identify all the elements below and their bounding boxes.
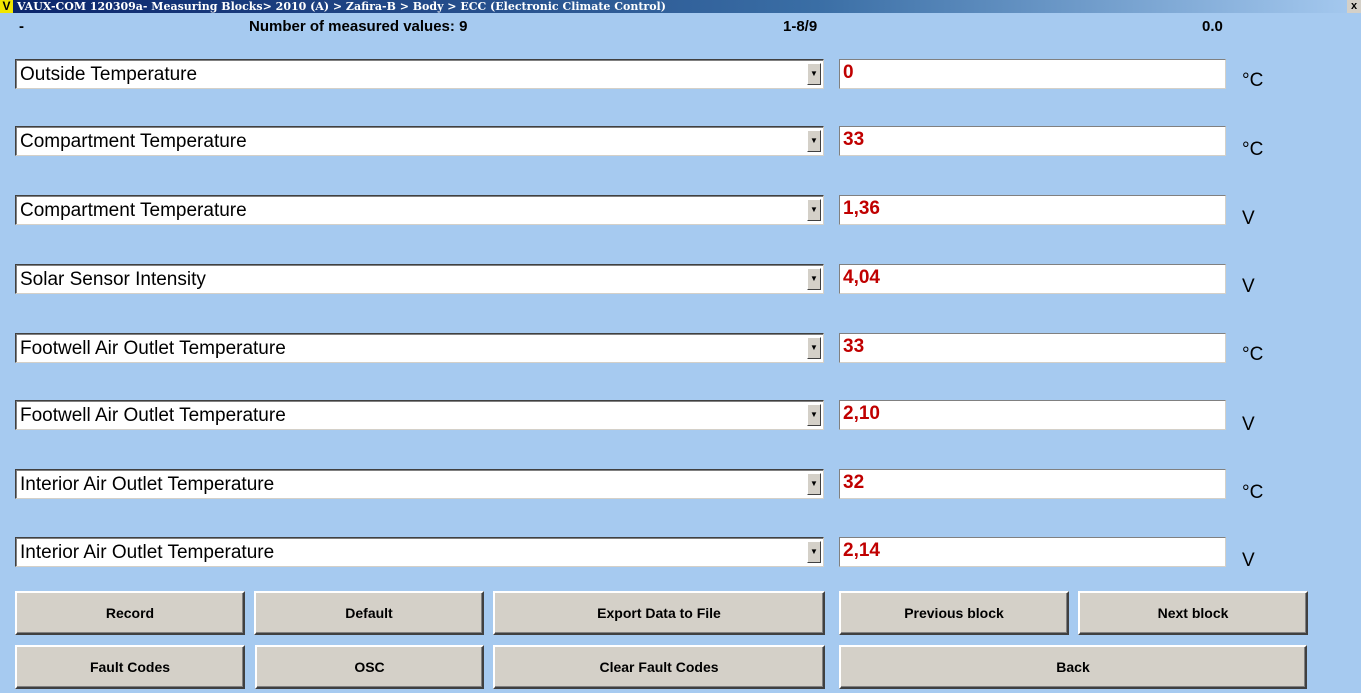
dropdown-arrow-icon[interactable]: ▼ bbox=[807, 268, 821, 290]
measure-select-label: Interior Air Outlet Temperature bbox=[20, 474, 275, 495]
dropdown-arrow-icon[interactable]: ▼ bbox=[807, 199, 821, 221]
dropdown-arrow-icon[interactable]: ▼ bbox=[807, 541, 821, 563]
osc-button[interactable]: OSC bbox=[255, 645, 484, 689]
unit-label: °C bbox=[1242, 482, 1264, 503]
measure-select-label: Compartment Temperature bbox=[20, 200, 247, 221]
measure-select-label: Footwell Air Outlet Temperature bbox=[20, 338, 286, 359]
block-range: 1-8/9 bbox=[783, 18, 818, 35]
clear-fault-codes-button[interactable]: Clear Fault Codes bbox=[493, 645, 825, 689]
window-title: VAUX-COM 120309a- Measuring Blocks> 2010… bbox=[17, 0, 666, 13]
value-field-6[interactable]: 2,10 bbox=[839, 400, 1226, 430]
dropdown-arrow-icon[interactable]: ▼ bbox=[807, 473, 821, 495]
value-field-7[interactable]: 32 bbox=[839, 469, 1226, 499]
measured-value: 2,14 bbox=[843, 540, 880, 561]
title-bar: V VAUX-COM 120309a- Measuring Blocks> 20… bbox=[0, 0, 1361, 13]
measured-values-count: Number of measured values: 9 bbox=[249, 18, 468, 35]
previous-block-button[interactable]: Previous block bbox=[839, 591, 1069, 635]
record-button[interactable]: Record bbox=[15, 591, 245, 635]
measured-value: 33 bbox=[843, 336, 865, 357]
close-button[interactable]: x bbox=[1347, 0, 1361, 13]
measure-select-6[interactable]: Footwell Air Outlet Temperature ▼ bbox=[15, 400, 824, 430]
value-field-1[interactable]: 0 bbox=[839, 59, 1226, 89]
unit-label: V bbox=[1242, 550, 1255, 571]
measure-select-7[interactable]: Interior Air Outlet Temperature ▼ bbox=[15, 469, 824, 499]
dropdown-arrow-icon[interactable]: ▼ bbox=[807, 130, 821, 152]
unit-label: V bbox=[1242, 208, 1255, 229]
measured-value: 4,04 bbox=[843, 267, 880, 288]
measure-select-3[interactable]: Compartment Temperature ▼ bbox=[15, 195, 824, 225]
measured-value: 32 bbox=[843, 472, 865, 493]
dropdown-arrow-icon[interactable]: ▼ bbox=[807, 63, 821, 85]
app-logo-icon: V bbox=[0, 0, 13, 13]
fault-codes-button[interactable]: Fault Codes bbox=[15, 645, 245, 689]
measured-value: 2,10 bbox=[843, 403, 880, 424]
unit-label: V bbox=[1242, 276, 1255, 297]
unit-label: °C bbox=[1242, 139, 1264, 160]
measure-select-label: Compartment Temperature bbox=[20, 131, 247, 152]
value-field-3[interactable]: 1,36 bbox=[839, 195, 1226, 225]
value-field-2[interactable]: 33 bbox=[839, 126, 1226, 156]
next-block-button[interactable]: Next block bbox=[1078, 591, 1308, 635]
unit-label: °C bbox=[1242, 70, 1264, 91]
header-dash: - bbox=[19, 18, 24, 35]
measured-value: 0 bbox=[843, 62, 854, 83]
measure-select-label: Interior Air Outlet Temperature bbox=[20, 542, 275, 563]
measured-value: 1,36 bbox=[843, 198, 880, 219]
measure-select-4[interactable]: Solar Sensor Intensity ▼ bbox=[15, 264, 824, 294]
measure-select-5[interactable]: Footwell Air Outlet Temperature ▼ bbox=[15, 333, 824, 363]
dropdown-arrow-icon[interactable]: ▼ bbox=[807, 337, 821, 359]
measure-select-label: Footwell Air Outlet Temperature bbox=[20, 405, 286, 426]
dropdown-arrow-icon[interactable]: ▼ bbox=[807, 404, 821, 426]
header-value: 0.0 bbox=[1202, 18, 1223, 35]
export-data-button[interactable]: Export Data to File bbox=[493, 591, 825, 635]
measure-select-label: Solar Sensor Intensity bbox=[20, 269, 206, 290]
measured-value: 33 bbox=[843, 129, 865, 150]
measure-select-2[interactable]: Compartment Temperature ▼ bbox=[15, 126, 824, 156]
measure-select-8[interactable]: Interior Air Outlet Temperature ▼ bbox=[15, 537, 824, 567]
measure-select-1[interactable]: Outside Temperature ▼ bbox=[15, 59, 824, 89]
value-field-8[interactable]: 2,14 bbox=[839, 537, 1226, 567]
unit-label: V bbox=[1242, 414, 1255, 435]
value-field-4[interactable]: 4,04 bbox=[839, 264, 1226, 294]
value-field-5[interactable]: 33 bbox=[839, 333, 1226, 363]
default-button[interactable]: Default bbox=[254, 591, 484, 635]
back-button[interactable]: Back bbox=[839, 645, 1307, 689]
unit-label: °C bbox=[1242, 344, 1264, 365]
measure-select-label: Outside Temperature bbox=[20, 64, 198, 85]
